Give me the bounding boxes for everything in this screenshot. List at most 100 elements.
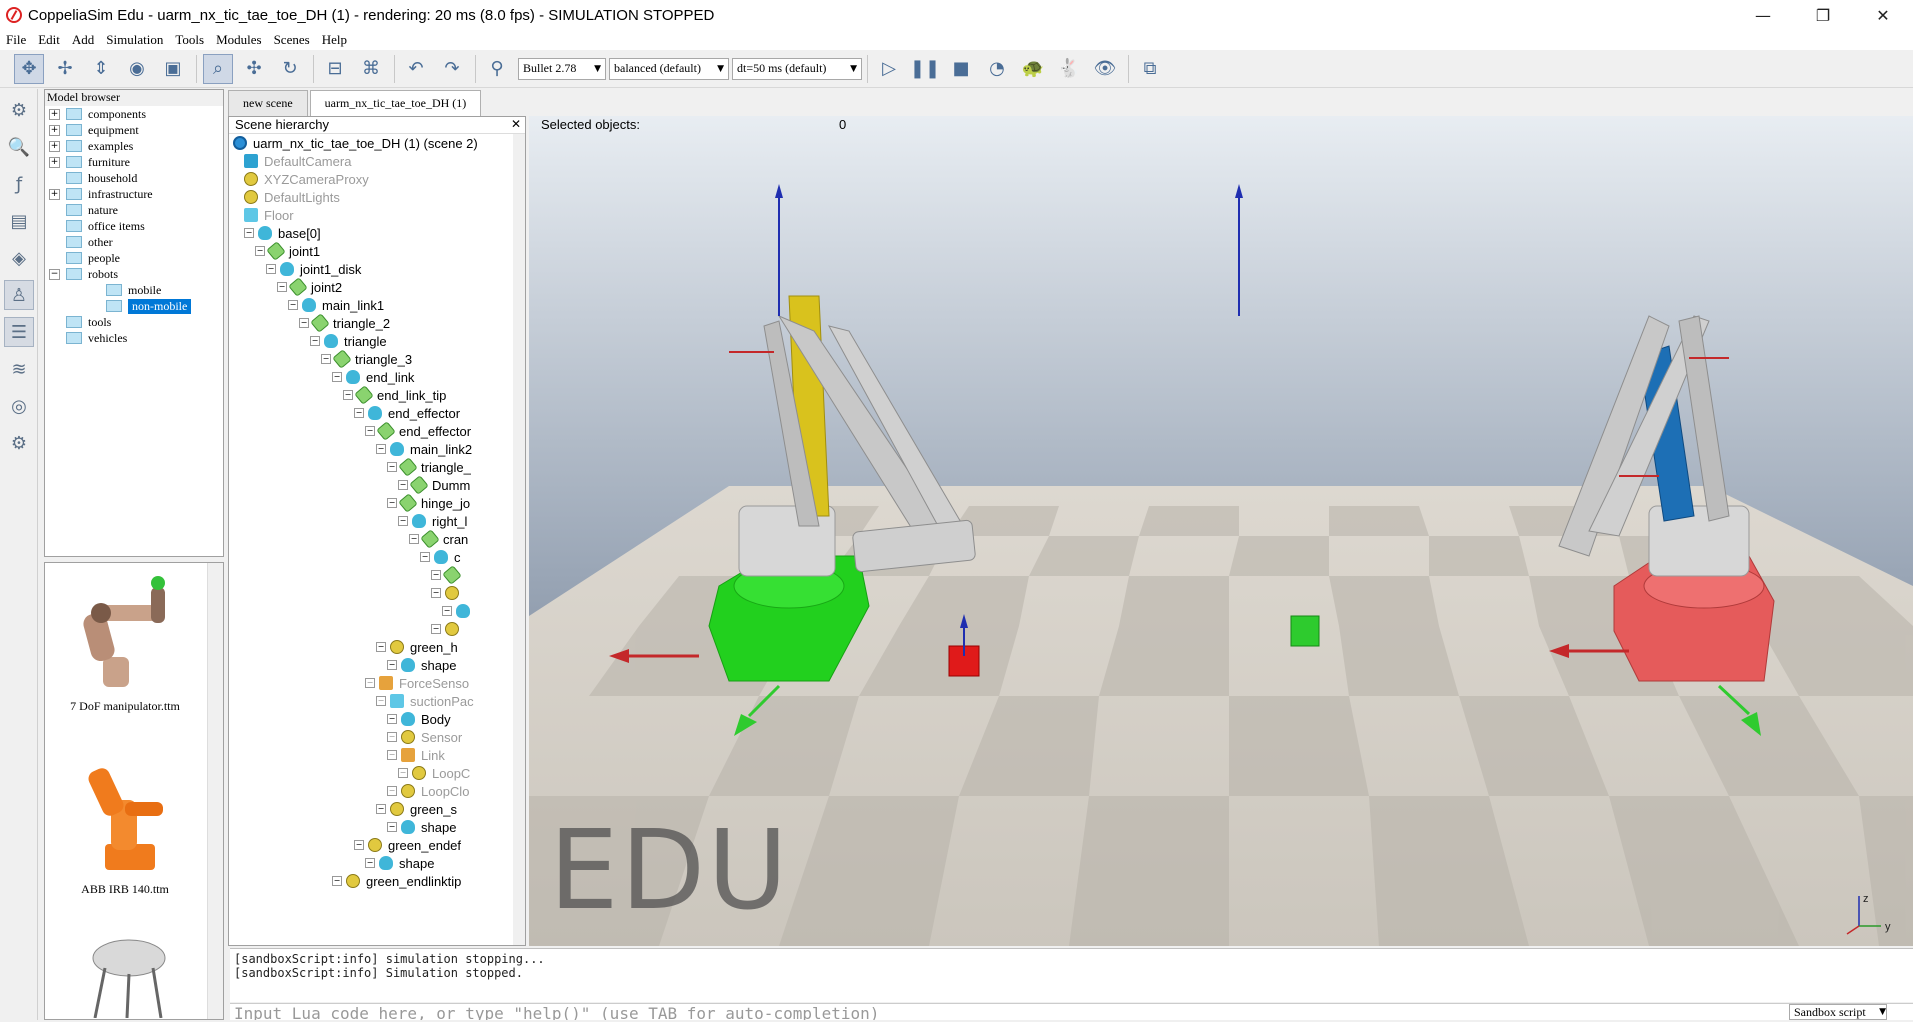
user-settings-icon[interactable]: ⚙ [4,428,34,458]
collections-icon[interactable]: ▤ [4,206,34,236]
hierarchy-row[interactable]: XYZCameraProxy [229,170,525,188]
hierarchy-row[interactable]: − [229,620,525,638]
collapse-icon[interactable]: − [387,750,397,760]
script-icon[interactable]: ƒ [4,169,34,199]
collapse-icon[interactable]: − [343,390,353,400]
model-browser-icon[interactable]: ♙ [4,280,34,310]
model-thumbnail-abb[interactable]: ABB IRB 140.ttm [45,748,205,897]
scene-viewport[interactable]: z y Selected objects: 0 EDU [529,116,1913,946]
realtime-icon[interactable]: ◔ [982,54,1012,84]
model-browser-item[interactable]: + furniture [49,154,223,170]
expand-icon[interactable]: + [49,124,60,136]
script-selector[interactable]: Sandbox script ▼ [1789,1004,1887,1020]
maximize-button[interactable]: ❐ [1793,0,1853,30]
hierarchy-row[interactable]: − triangle [229,332,525,350]
hierarchy-row[interactable]: − end_effector [229,421,525,441]
menu-file[interactable]: File [6,32,26,48]
model-browser-item[interactable]: office items [49,218,223,234]
physics-engine-select[interactable]: Bullet 2.78 ▼ [518,57,606,80]
model-thumbnail-delta[interactable] [45,928,205,1022]
hierarchy-row[interactable]: − suctionPac [229,692,525,710]
hierarchy-row[interactable]: − base[0] [229,224,525,242]
collapse-icon[interactable]: − [321,354,331,364]
collapse-icon[interactable]: − [299,318,309,328]
shape-edit-icon[interactable]: ◈ [4,243,34,273]
slower-icon[interactable]: 🐢 [1018,54,1048,84]
hierarchy-row[interactable]: − triangle_ [229,457,525,477]
collapse-icon[interactable]: − [398,516,408,526]
collapse-icon[interactable]: − [354,840,364,850]
visualization-toggle-icon[interactable]: 👁 [1090,54,1120,84]
expand-icon[interactable]: + [49,140,60,152]
collapse-icon[interactable]: − [365,858,375,868]
close-button[interactable]: ✕ [1853,0,1913,30]
tab-new-scene[interactable]: new scene [228,90,308,116]
collapse-icon[interactable]: − [332,876,342,886]
hierarchy-row[interactable]: − end_link [229,368,525,386]
timestep-select[interactable]: dt=50 ms (default) ▼ [732,57,862,80]
collapse-icon[interactable]: − [332,372,342,382]
hierarchy-row[interactable]: − [229,565,525,585]
object-rotate-icon[interactable]: ↻ [275,54,305,84]
collapse-icon[interactable]: − [376,444,386,454]
fit-to-view-icon[interactable]: ▣ [158,54,188,84]
hierarchy-row[interactable]: − Dumm [229,475,525,495]
hierarchy-row[interactable]: − triangle_3 [229,349,525,369]
faster-icon[interactable]: 🐇 [1054,54,1084,84]
hierarchy-row[interactable]: − ForceSenso [229,674,525,692]
menu-add[interactable]: Add [72,32,94,48]
hierarchy-row[interactable]: DefaultLights [229,188,525,206]
menu-tools[interactable]: Tools [175,32,204,48]
hierarchy-row[interactable]: DefaultCamera [229,152,525,170]
camera-angle-icon[interactable]: ◉ [122,54,152,84]
undo-icon[interactable]: ↶ [401,54,431,84]
hierarchy-row[interactable]: − green_h [229,638,525,656]
collapse-icon[interactable]: − [49,268,60,280]
collapse-icon[interactable]: − [387,660,397,670]
scene-hierarchy-icon[interactable]: ☰ [4,317,34,347]
video-recorder-icon[interactable]: ◎ [4,391,34,421]
assemble-icon[interactable]: ⊟ [320,54,350,84]
model-browser-item[interactable]: + components [49,106,223,122]
collapse-icon[interactable]: − [376,804,386,814]
hierarchy-row[interactable]: − end_link_tip [229,385,525,405]
expand-icon[interactable]: + [49,188,60,200]
hierarchy-row[interactable]: − green_endef [229,836,525,854]
hierarchy-row[interactable]: − [229,602,525,620]
hierarchy-row[interactable]: − LoopClo [229,782,525,800]
model-browser-item[interactable]: + infrastructure [49,186,223,202]
close-icon[interactable]: ✕ [511,117,521,131]
simulation-settings-icon[interactable]: ⚙ [4,95,34,125]
collapse-icon[interactable]: − [409,534,419,544]
collapse-icon[interactable]: − [255,246,265,256]
hierarchy-row[interactable]: − [229,584,525,602]
collapse-icon[interactable]: − [354,408,364,418]
layers-icon[interactable]: ≋ [4,354,34,384]
hierarchy-row[interactable]: − joint1_disk [229,260,525,278]
collapse-icon[interactable]: − [365,426,375,436]
hierarchy-row[interactable]: − Link [229,746,525,764]
expand-icon[interactable]: + [49,156,60,168]
model-browser-item[interactable]: vehicles [49,330,223,346]
collapse-icon[interactable]: − [266,264,276,274]
model-browser-item[interactable]: people [49,250,223,266]
model-thumbnail-7dof[interactable]: 7 DoF manipulator.ttm [45,565,205,714]
hierarchy-row[interactable]: − cran [229,529,525,549]
hierarchy-row[interactable]: − Sensor [229,728,525,746]
hierarchy-row[interactable]: − right_l [229,512,525,530]
transfer-dna-icon[interactable]: ⌘ [356,54,386,84]
model-browser-item[interactable]: tools [49,314,223,330]
hierarchy-row[interactable]: − shape [229,818,525,836]
hierarchy-row[interactable]: Floor [229,206,525,224]
model-browser-item[interactable]: − robots [49,266,223,282]
collapse-icon[interactable]: − [442,606,452,616]
redo-icon[interactable]: ↷ [437,54,467,84]
menu-scenes[interactable]: Scenes [274,32,310,48]
hierarchy-row[interactable]: − triangle_2 [229,313,525,333]
hierarchy-row[interactable]: − joint2 [229,277,525,297]
model-browser-item[interactable]: + examples [49,138,223,154]
hierarchy-row[interactable]: − green_endlinktip [229,872,525,890]
collapse-icon[interactable]: − [387,714,397,724]
collapse-icon[interactable]: − [431,570,441,580]
collapse-icon[interactable]: − [398,768,408,778]
